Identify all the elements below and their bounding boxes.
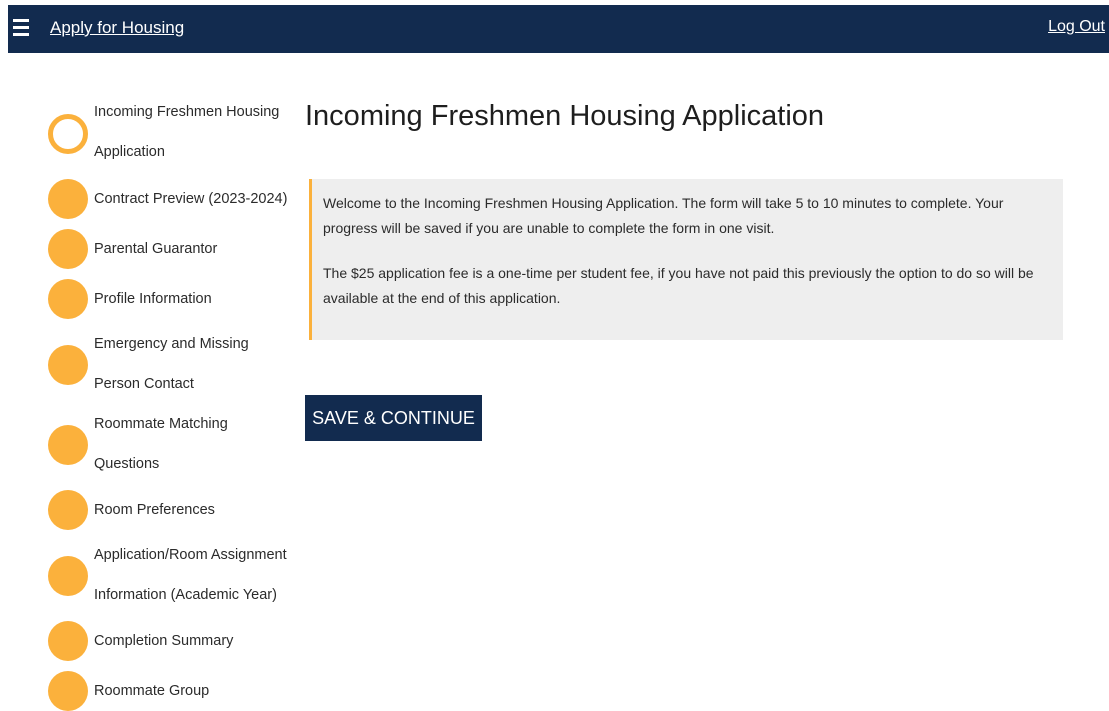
step-roommate-matching-questions[interactable]: Roommate Matching Questions [0,404,300,484]
notice-paragraph-fee: The $25 application fee is a one-time pe… [323,265,1034,306]
step-emergency-and-missing-person-contact[interactable]: Emergency and Missing Person Contact [0,324,300,404]
step-room-preferences[interactable]: Room Preferences [0,490,300,530]
step-label: Room Preferences [94,502,215,518]
step-status-pending-icon [48,621,88,661]
step-status-pending-icon [48,490,88,530]
log-out-link[interactable]: Log Out [1048,18,1105,36]
step-roommate-group[interactable]: Roommate Group [0,671,300,711]
step-label: Emergency and Missing Person Contact [94,336,249,392]
step-status-pending-icon [48,279,88,319]
application-notice-box: Welcome to the Incoming Freshmen Housing… [309,179,1063,340]
step-status-pending-icon [48,671,88,711]
step-label: Application/Room Assignment Information … [94,547,287,603]
page-title: Incoming Freshmen Housing Application [305,100,825,132]
step-label: Profile Information [94,291,212,307]
step-label: Roommate Group [94,683,210,699]
step-label: Contract Preview (2023-2024) [94,191,288,207]
step-label: Roommate Matching Questions [94,416,228,472]
notice-paragraph-welcome: Welcome to the Incoming Freshmen Housing… [323,195,1004,236]
step-status-current-icon [48,114,88,154]
application-steps-sidebar: Incoming Freshmen Housing Application Co… [0,0,300,711]
step-profile-information[interactable]: Profile Information [0,279,300,319]
step-application-room-assignment-information[interactable]: Application/Room Assignment Information … [0,535,300,615]
step-incoming-freshmen-housing-application[interactable]: Incoming Freshmen Housing Application [0,92,300,172]
step-label: Parental Guarantor [94,241,218,257]
step-status-pending-icon [48,345,88,385]
step-parental-guarantor[interactable]: Parental Guarantor [0,229,300,269]
step-status-pending-icon [48,556,88,596]
step-label: Incoming Freshmen Housing Application [94,104,280,160]
step-completion-summary[interactable]: Completion Summary [0,621,300,661]
step-status-pending-icon [48,229,88,269]
save-and-continue-button[interactable]: SAVE & CONTINUE [305,395,482,441]
step-status-pending-icon [48,179,88,219]
step-contract-preview[interactable]: Contract Preview (2023-2024) [0,179,300,219]
step-label: Completion Summary [94,633,234,649]
step-status-pending-icon [48,425,88,465]
